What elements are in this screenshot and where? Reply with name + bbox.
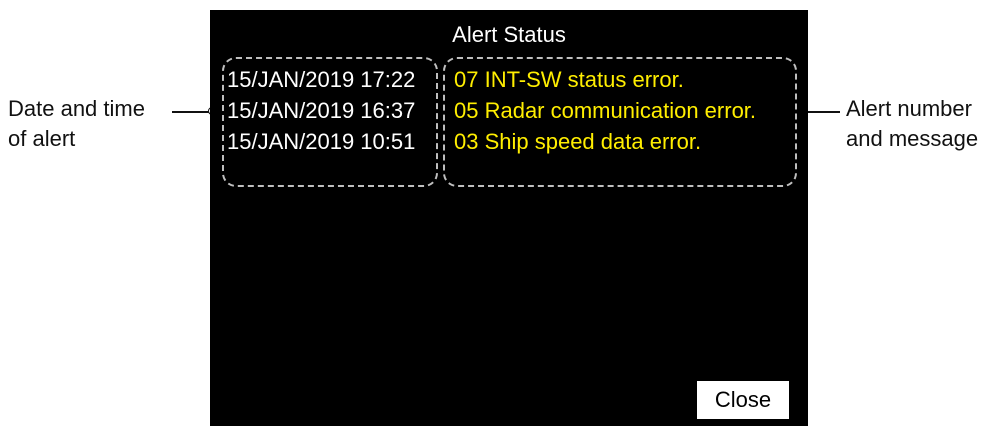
alert-datetime: 15/JAN/2019 16:37	[227, 98, 416, 123]
alert-message[interactable]: 03 Ship speed data error.	[454, 128, 701, 156]
alert-status-screen: Alert Status 15/JAN/2019 17:22 15/JAN/20…	[210, 10, 808, 426]
callout-datetime-line2: of alert	[8, 126, 76, 151]
close-button[interactable]: Close	[697, 381, 789, 419]
callout-datetime-line1: Date and time	[8, 96, 145, 121]
alert-message[interactable]: 07 INT-SW status error.	[454, 66, 684, 94]
alert-message[interactable]: 05 Radar communication error.	[454, 97, 756, 125]
callout-alert-line2: and message	[846, 126, 979, 151]
screen-title: Alert Status	[452, 22, 566, 47]
alert-datetime: 15/JAN/2019 10:51	[227, 129, 416, 154]
callout-datetime-leader	[172, 111, 212, 113]
alert-datetime: 15/JAN/2019 17:22	[227, 67, 416, 92]
callout-alert-line1: Alert number	[846, 96, 972, 121]
